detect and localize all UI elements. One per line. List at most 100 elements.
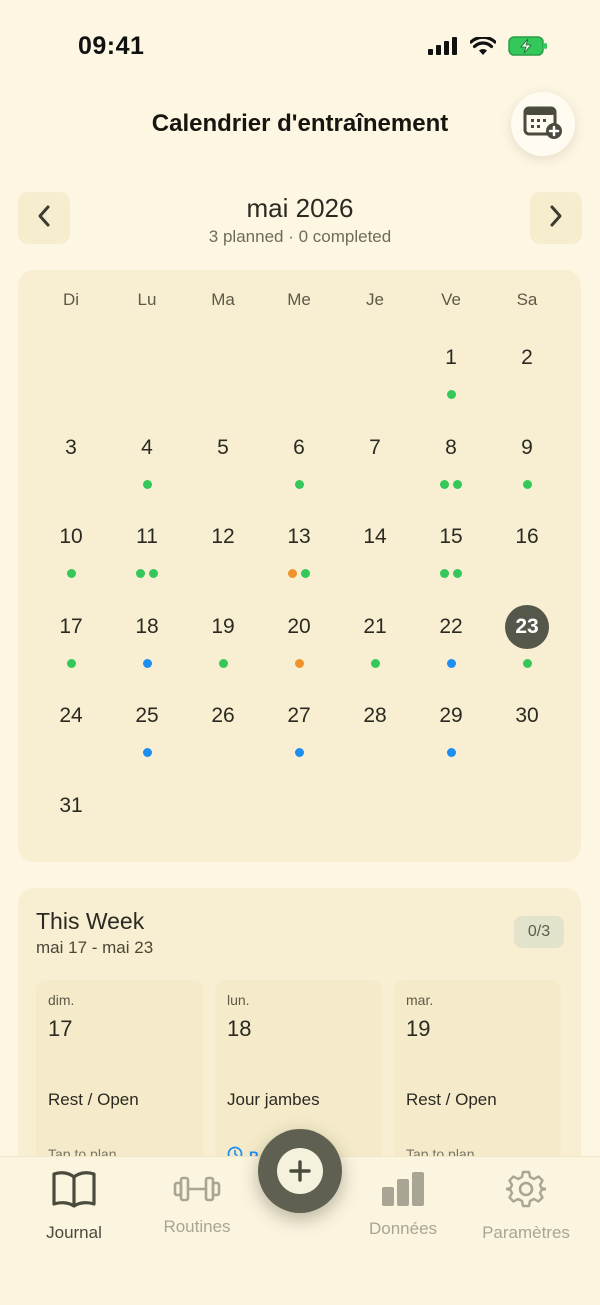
workout-dots bbox=[185, 658, 261, 668]
calendar-day[interactable]: 5 bbox=[185, 426, 261, 506]
tab-donnees[interactable]: Données bbox=[343, 1167, 463, 1239]
day-number: 7 bbox=[369, 435, 381, 459]
day-number: 30 bbox=[515, 704, 539, 728]
week-day-name: dim. bbox=[48, 992, 75, 1008]
calendar-grid: Di Lu Ma Me Je Ve Sa 1 2 3 4 5 6 7 8 9 10 11 12 13 14 15 16 17 1… bbox=[18, 270, 581, 862]
workout-dot-green bbox=[294, 479, 304, 489]
workout-dot-green bbox=[522, 658, 532, 668]
workout-dot-green bbox=[453, 479, 462, 489]
workout-dots bbox=[413, 748, 489, 758]
week-day-label: Rest / Open bbox=[406, 1090, 497, 1109]
calendar-day[interactable]: 4 bbox=[109, 426, 185, 506]
add-calendar-event-button[interactable] bbox=[511, 92, 575, 156]
week-progress-badge: 0/3 bbox=[514, 916, 564, 948]
calendar-day[interactable]: 17 bbox=[33, 605, 109, 685]
day-number: 25 bbox=[135, 704, 159, 728]
weekday-header: Ma bbox=[211, 290, 235, 309]
workout-dots bbox=[261, 658, 337, 668]
calendar-day[interactable]: 28 bbox=[337, 694, 413, 774]
calendar-day[interactable]: 13 bbox=[261, 515, 337, 595]
week-day-number: 19 bbox=[406, 1016, 431, 1041]
calendar-day[interactable]: 23 bbox=[489, 604, 565, 685]
workout-dots bbox=[261, 479, 337, 489]
day-number: 6 bbox=[293, 435, 305, 459]
weekday-header: Di bbox=[62, 290, 80, 309]
weekday-header: Sa bbox=[516, 290, 538, 309]
calendar-day[interactable]: 9 bbox=[489, 426, 565, 506]
calendar-day[interactable]: 2 bbox=[489, 336, 565, 416]
workout-dots bbox=[489, 658, 565, 668]
calendar-day[interactable]: 18 bbox=[109, 605, 185, 685]
today-day-number: 23 bbox=[505, 604, 549, 649]
workout-dot-green bbox=[66, 658, 76, 668]
add-workout-button[interactable] bbox=[258, 1129, 342, 1213]
day-number: 20 bbox=[287, 614, 311, 638]
calendar-plus-icon bbox=[523, 104, 563, 145]
day-number: 15 bbox=[439, 525, 463, 549]
calendar-day[interactable]: 20 bbox=[261, 605, 337, 685]
calendar-day[interactable]: 22 bbox=[413, 605, 489, 685]
tab-label: Paramètres bbox=[482, 1223, 570, 1242]
workout-dots bbox=[33, 658, 109, 668]
weekday-header: Lu bbox=[137, 290, 157, 309]
book-icon bbox=[14, 1167, 134, 1211]
weekday-header: Ve bbox=[441, 290, 461, 309]
calendar-day[interactable]: 25 bbox=[109, 694, 185, 774]
workout-dots bbox=[413, 390, 489, 399]
calendar-day[interactable]: 29 bbox=[413, 694, 489, 774]
workout-dot-orange bbox=[294, 658, 304, 668]
calendar-day[interactable]: 10 bbox=[33, 515, 109, 595]
calendar-day[interactable]: 24 bbox=[33, 694, 109, 774]
calendar-day[interactable]: 27 bbox=[261, 694, 337, 774]
status-time: 09:41 bbox=[78, 32, 145, 60]
workout-dot-blue bbox=[446, 658, 456, 668]
calendar-day[interactable]: 30 bbox=[489, 694, 565, 774]
calendar-day[interactable]: 21 bbox=[337, 605, 413, 685]
workout-dot-green bbox=[370, 658, 380, 668]
workout-dot-green bbox=[453, 569, 462, 579]
day-number: 18 bbox=[135, 614, 159, 638]
day-number: 2 bbox=[521, 346, 533, 369]
tab-label: Données bbox=[368, 1219, 438, 1238]
calendar-day[interactable]: 3 bbox=[33, 426, 109, 506]
page-title: Calendrier d'entraînement bbox=[151, 110, 449, 137]
calendar-day[interactable]: 16 bbox=[489, 515, 565, 595]
calendar-day[interactable]: 12 bbox=[185, 515, 261, 595]
tab-journal[interactable]: Journal bbox=[14, 1167, 134, 1243]
day-number: 17 bbox=[59, 614, 83, 638]
this-week-range: mai 17 - mai 23 bbox=[36, 938, 154, 957]
day-number: 4 bbox=[141, 435, 153, 459]
calendar-day[interactable]: 19 bbox=[185, 605, 261, 685]
day-number: 9 bbox=[521, 435, 533, 459]
week-day-number: 18 bbox=[227, 1016, 252, 1041]
bar-chart-icon bbox=[343, 1167, 463, 1211]
day-number: 1 bbox=[445, 346, 457, 369]
day-number: 3 bbox=[65, 435, 77, 459]
day-number: 22 bbox=[439, 614, 463, 638]
calendar-day[interactable]: 26 bbox=[185, 694, 261, 774]
calendar-day[interactable]: 31 bbox=[33, 784, 109, 864]
workout-dot-orange bbox=[288, 569, 297, 579]
day-number: 8 bbox=[445, 435, 457, 459]
tab-routines[interactable]: Routines bbox=[137, 1167, 257, 1237]
calendar-day[interactable]: 8 bbox=[413, 426, 489, 506]
tab-label: Journal bbox=[46, 1223, 102, 1242]
workout-dots bbox=[413, 569, 489, 579]
status-bar: 09:41 bbox=[0, 0, 600, 96]
workout-dot-green bbox=[440, 479, 449, 489]
calendar-day[interactable]: 15 bbox=[413, 515, 489, 595]
next-month-button[interactable] bbox=[530, 192, 582, 244]
tab-parametres[interactable]: Paramètres bbox=[466, 1167, 586, 1243]
status-icons bbox=[428, 35, 548, 61]
workout-dot-blue bbox=[142, 658, 152, 668]
calendar-day[interactable]: 14 bbox=[337, 515, 413, 595]
calendar-day[interactable]: 6 bbox=[261, 426, 337, 506]
calendar-day[interactable]: 11 bbox=[109, 515, 185, 595]
day-number: 29 bbox=[439, 704, 463, 728]
day-number: 26 bbox=[211, 704, 235, 728]
week-day-label: Rest / Open bbox=[48, 1090, 139, 1109]
workout-dot-green bbox=[136, 569, 145, 579]
calendar-day[interactable]: 7 bbox=[337, 426, 413, 506]
week-day-name: lun. bbox=[227, 992, 250, 1008]
calendar-day[interactable]: 1 bbox=[413, 336, 489, 416]
